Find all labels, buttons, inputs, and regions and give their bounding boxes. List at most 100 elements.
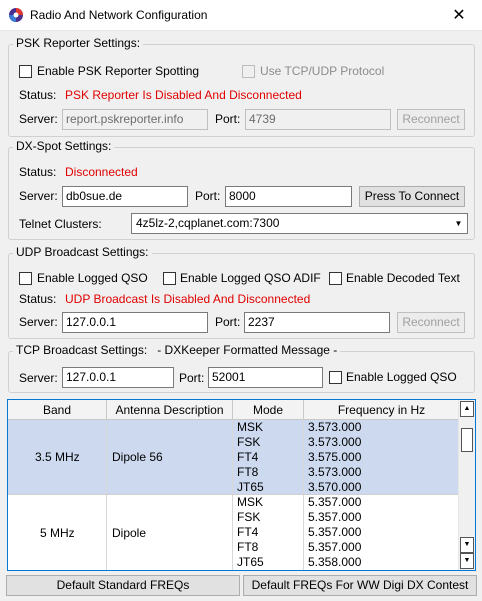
tcp-legend-note: - DXKeeper Formatted Message - [157,343,338,357]
psk-status-label: Status: [19,88,57,102]
udp-logged-adif-label: Enable Logged QSO ADIF [180,271,321,285]
psk-reporter-group: PSK Reporter Settings: Enable PSK Report… [8,36,475,137]
psk-enable-checkbox[interactable] [19,65,32,78]
frequency-value: 3.570.000 [308,480,362,494]
mode-value: MSK [237,495,264,509]
tcp-legend-title: TCP Broadcast Settings: [16,343,148,357]
antenna-cell: Dipole [107,495,233,570]
antenna-cell: Dipole 56 [107,420,233,494]
mode-value: FT4 [237,450,259,464]
psk-server-label: Server: [19,112,58,126]
mode-value: JT65 [237,555,264,569]
close-icon[interactable]: ✕ [436,0,482,31]
title-bar: Radio And Network Configuration ✕ [0,0,482,31]
udp-reconnect-button[interactable]: Reconnect [397,312,465,333]
mode-cell: MSK FSK FT4 FT8 JT65 [233,420,304,494]
antenna-value: Dipole 56 [112,450,163,464]
udp-port-label: Port: [215,315,241,329]
band-value: 3.5 MHz [35,450,80,464]
udp-server-label: Server: [19,315,58,329]
frequency-value: 3.573.000 [308,420,362,434]
psk-server-input[interactable]: report.pskreporter.info [62,109,208,130]
tcp-server-label: Server: [19,371,58,385]
dx-legend: DX-Spot Settings: [13,139,115,153]
psk-status-value: PSK Reporter Is Disabled And Disconnecte… [65,88,302,102]
psk-legend: PSK Reporter Settings: [13,36,144,50]
table-row[interactable]: 3.5 MHz Dipole 56 MSK FSK FT4 FT8 JT65 3… [8,420,460,495]
udp-logged-qso-checkbox[interactable] [19,272,32,285]
tcp-port-input[interactable]: 52001 [208,367,323,388]
default-ww-digi-freqs-button[interactable]: Default FREQs For WW Digi DX Contest [243,575,477,596]
mode-value: JT65 [237,480,264,494]
telnet-clusters-select[interactable]: 4z5lz-2,cqplanet.com:7300 ▼ [131,213,468,234]
dx-port-label: Port: [195,189,221,203]
frequency-value: 3.573.000 [308,435,362,449]
udp-logged-adif-checkbox[interactable] [163,272,176,285]
telnet-clusters-label: Telnet Clusters: [19,217,102,231]
header-mode[interactable]: Mode [233,400,304,420]
header-frequency[interactable]: Frequency in Hz [304,400,460,420]
udp-port-input[interactable]: 2237 [244,312,390,333]
udp-status-value: UDP Broadcast Is Disabled And Disconnect… [65,292,311,306]
frequency-value: 3.575.000 [308,450,362,464]
udp-broadcast-group: UDP Broadcast Settings: Enable Logged QS… [8,245,475,339]
default-standard-freqs-button[interactable]: Default Standard FREQs [6,575,240,596]
psk-tcp-checkbox[interactable] [242,65,255,78]
antenna-value: Dipole [112,526,147,540]
scroll-up-icon[interactable]: ▲ [460,401,474,417]
band-cell: 3.5 MHz [8,420,107,494]
scroll-down-icon[interactable]: ▼ [460,537,474,553]
scroll-bottom-icon[interactable]: ▼ [460,553,474,569]
vertical-scrollbar[interactable]: ▲ ▼ ▼ [458,400,475,570]
mode-value: FSK [237,510,261,524]
chevron-down-icon[interactable]: ▼ [450,214,467,233]
tcp-logged-qso-label: Enable Logged QSO [346,370,457,384]
udp-logged-qso-label: Enable Logged QSO [37,271,148,285]
tcp-logged-qso-checkbox[interactable] [329,371,342,384]
table-header: Band Antenna Description Mode Frequency … [8,400,460,420]
band-value: 5 MHz [40,526,75,540]
mode-cell: MSK FSK FT4 FT8 JT65 [233,495,304,570]
psk-enable-label: Enable PSK Reporter Spotting [37,64,200,78]
udp-legend: UDP Broadcast Settings: [13,245,152,259]
frequency-cell: 3.573.000 3.573.000 3.575.000 3.573.000 … [304,420,460,494]
frequency-table[interactable]: Band Antenna Description Mode Frequency … [7,399,476,571]
dx-connect-button[interactable]: Press To Connect [359,186,465,207]
dx-server-label: Server: [19,189,58,203]
psk-port-input[interactable]: 4739 [245,109,391,130]
frequency-value: 5.357.000 [308,495,362,509]
mode-value: FT8 [237,540,259,554]
app-icon [9,8,23,22]
udp-status-label: Status: [19,292,57,306]
udp-decoded-text-label: Enable Decoded Text [346,271,460,285]
dx-port-input[interactable]: 8000 [225,186,352,207]
tcp-server-input[interactable]: 127.0.0.1 [62,367,174,388]
frequency-value: 5.357.000 [308,540,362,554]
telnet-clusters-value: 4z5lz-2,cqplanet.com:7300 [136,216,280,230]
frequency-cell: 5.357.000 5.357.000 5.357.000 5.357.000 … [304,495,460,570]
dx-server-input[interactable]: db0sue.de [62,186,188,207]
band-cell: 5 MHz [8,495,107,570]
udp-decoded-text-checkbox[interactable] [329,272,342,285]
mode-value: FT8 [237,465,259,479]
mode-value: FT4 [237,525,259,539]
dx-status-label: Status: [19,165,57,179]
frequency-value: 5.358.000 [308,555,362,569]
scroll-thumb[interactable] [461,428,473,452]
window-title: Radio And Network Configuration [30,8,208,22]
psk-port-label: Port: [215,112,241,126]
dx-status-value: Disconnected [65,165,138,179]
mode-value: MSK [237,420,264,434]
dx-spot-group: DX-Spot Settings: Status: Disconnected S… [8,139,475,240]
udp-server-input[interactable]: 127.0.0.1 [62,312,208,333]
frequency-value: 3.573.000 [308,465,362,479]
header-antenna[interactable]: Antenna Description [107,400,233,420]
table-row[interactable]: 5 MHz Dipole MSK FSK FT4 FT8 JT65 5.357.… [8,495,460,570]
psk-reconnect-button[interactable]: Reconnect [397,109,465,130]
frequency-value: 5.357.000 [308,525,362,539]
tcp-port-label: Port: [179,371,205,385]
mode-value: FSK [237,435,261,449]
header-band[interactable]: Band [8,400,107,420]
tcp-broadcast-group: TCP Broadcast Settings: - DXKeeper Forma… [8,343,475,393]
tcp-legend: TCP Broadcast Settings: - DXKeeper Forma… [13,343,341,357]
